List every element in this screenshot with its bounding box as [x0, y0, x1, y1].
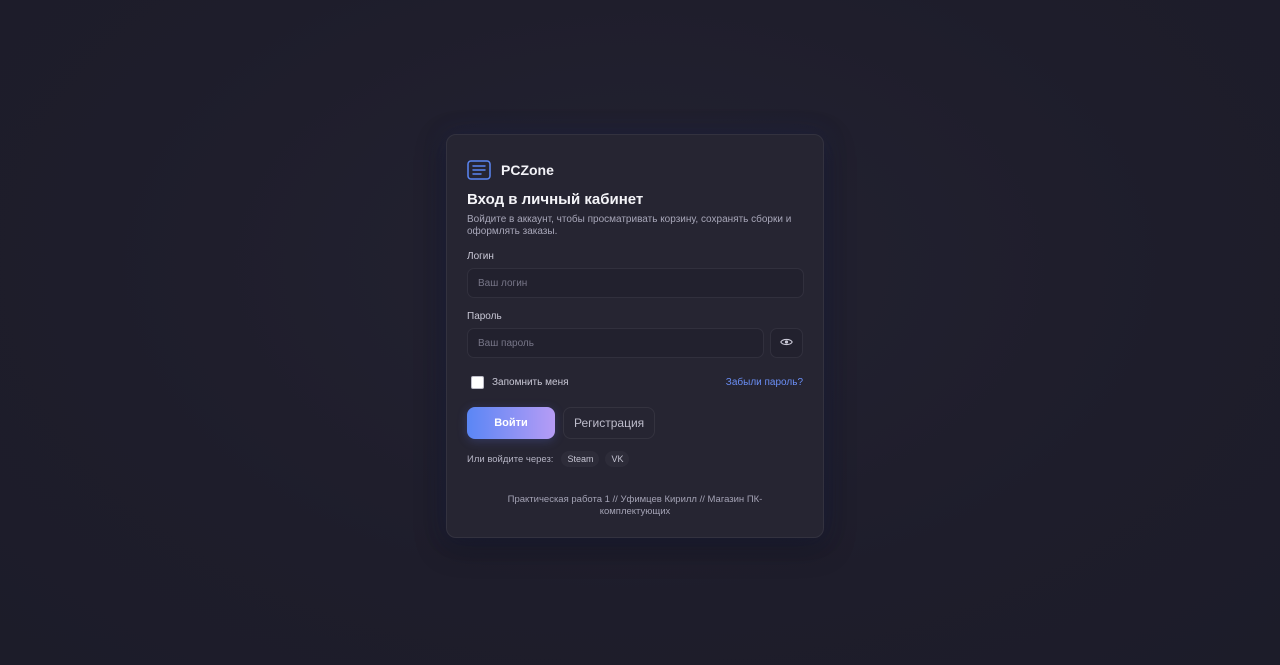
- steam-login-button[interactable]: Steam: [561, 451, 600, 467]
- password-row: [467, 328, 803, 358]
- page-background: PCZone Вход в личный кабинет Войдите в а…: [0, 0, 1280, 665]
- login-card: PCZone Вход в личный кабинет Войдите в а…: [446, 134, 824, 538]
- social-login: Или войдите через: Steam VK: [467, 451, 803, 467]
- password-label: Пароль: [467, 311, 502, 322]
- vk-login-button[interactable]: VK: [605, 451, 630, 467]
- footer-text: Практическая работа 1 // Уфимцев Кирилл …: [507, 494, 763, 517]
- remember-checkbox[interactable]: [471, 375, 484, 389]
- page-title: Вход в личный кабинет: [467, 191, 644, 208]
- brand-name: PCZone: [501, 162, 554, 178]
- login-label: Логин: [467, 251, 494, 262]
- page-subtitle: Войдите в аккаунт, чтобы просматривать к…: [467, 214, 792, 237]
- login-button[interactable]: Войти: [467, 407, 555, 439]
- action-buttons: Войти Регистрация: [467, 407, 803, 439]
- login-input[interactable]: [467, 268, 804, 298]
- forgot-password-link[interactable]: Забыли пароль?: [726, 377, 803, 388]
- social-label: Или войдите через:: [467, 453, 554, 465]
- remember-row: Запомнить меня Забыли пароль?: [467, 375, 803, 389]
- remember-me: Запомнить меня: [467, 375, 569, 389]
- eye-icon: [780, 334, 793, 352]
- list-card-icon: [467, 160, 491, 180]
- remember-label: Запомнить меня: [492, 376, 569, 388]
- show-password-button[interactable]: [770, 328, 803, 358]
- brand: PCZone: [467, 159, 803, 181]
- password-input[interactable]: [467, 328, 765, 358]
- register-button[interactable]: Регистрация: [563, 407, 656, 439]
